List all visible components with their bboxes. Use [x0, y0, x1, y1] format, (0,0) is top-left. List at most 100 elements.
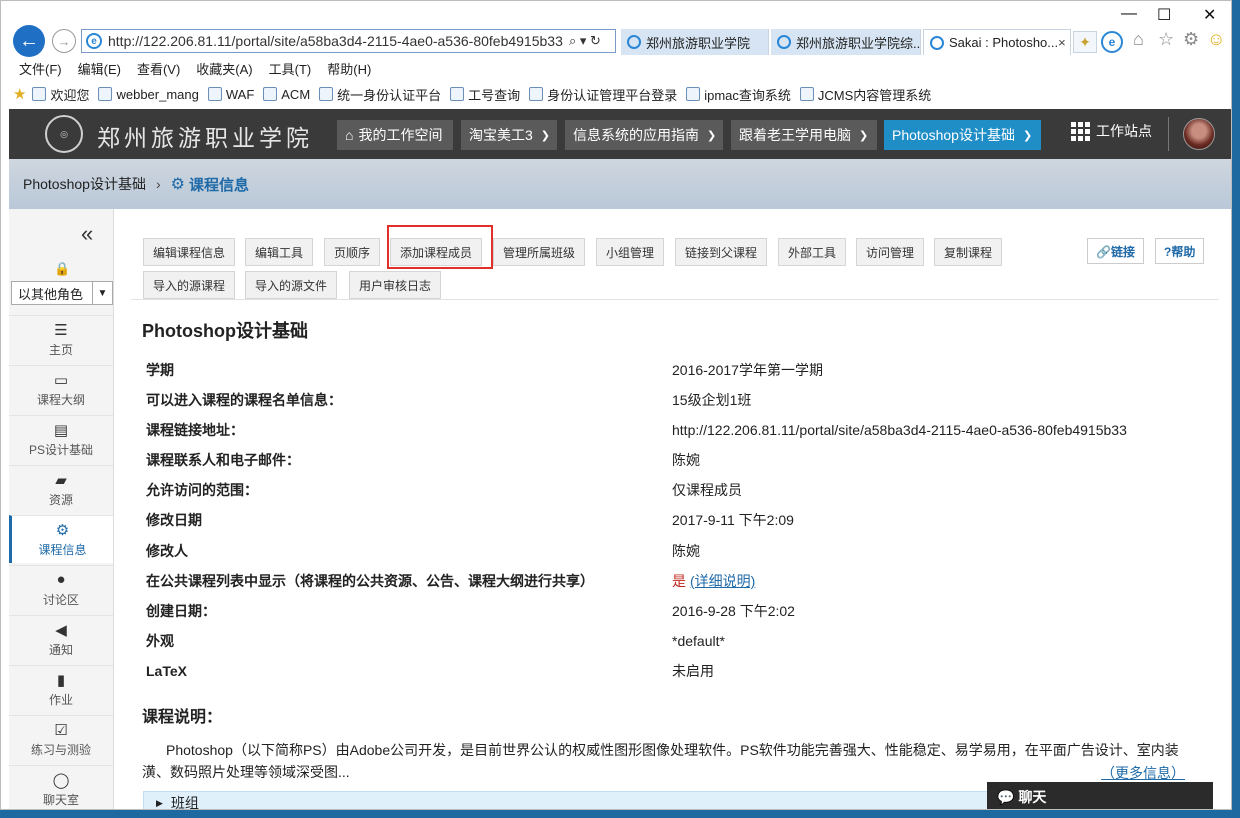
favorite-link[interactable]: 身份认证管理平台登录 — [529, 85, 677, 104]
avatar[interactable] — [1183, 118, 1215, 150]
page-title: Photoshop设计基础 — [142, 321, 308, 341]
nav-site-computer[interactable]: 跟着老王学用电脑 ❯ — [731, 120, 877, 150]
menu-edit[interactable]: 编辑(E) — [78, 59, 121, 78]
sidebar-item-tests[interactable]: ☑ 练习与测验 — [9, 715, 113, 763]
info-row-public-list: 在公共课程列表中显示（将课程的公共资源、公告、课程大纲进行共享）是 (详细说明) — [146, 571, 756, 591]
tool-group-manage[interactable]: 小组管理 — [596, 238, 665, 266]
favorite-link[interactable]: webber_mang — [98, 87, 199, 102]
school-logo[interactable]: ◎ — [45, 115, 83, 153]
favorite-link[interactable]: 欢迎您 — [32, 85, 89, 104]
tool-external-tools[interactable]: 外部工具 — [778, 238, 847, 266]
favorite-link[interactable]: ACM — [263, 87, 310, 102]
menu-help[interactable]: 帮助(H) — [327, 59, 371, 78]
menu-favorites[interactable]: 收藏夹(A) — [196, 59, 252, 78]
new-tab-icon: ✦ — [1079, 33, 1091, 50]
favorite-link[interactable]: JCMS内容管理系统 — [799, 85, 931, 104]
link-button[interactable]: 🔗链接 — [1087, 238, 1144, 264]
maximize-button[interactable]: ☐ — [1157, 5, 1171, 25]
site-name[interactable]: 郑州旅游职业学院 — [97, 119, 313, 153]
tool-page-order[interactable]: 页顺序 — [324, 238, 381, 266]
favorite-link[interactable]: 工号查询 — [450, 85, 520, 104]
favorite-link[interactable]: ipmac查询系统 — [686, 85, 791, 104]
tool-access-manage[interactable]: 访问管理 — [856, 238, 925, 266]
url-text[interactable]: http://122.206.81.11/portal/site/a58ba3d… — [108, 33, 563, 49]
sidebar-item-announcements[interactable]: ◀ 通知 — [9, 615, 113, 663]
browser-tab-2[interactable]: 郑州旅游职业学院综... — [771, 29, 921, 55]
favorite-link[interactable]: 统一身份认证平台 — [319, 85, 441, 104]
tool-copy-course[interactable]: 复制课程 — [934, 238, 1003, 266]
caret-right-icon: ▶ — [156, 797, 163, 808]
role-select[interactable]: 以其他角色 ▼ — [11, 281, 113, 305]
nav-site-taobao[interactable]: 淘宝美工3 ❯ — [461, 120, 557, 150]
breadcrumb-course[interactable]: Photoshop设计基础 — [23, 174, 146, 194]
smiley-feedback-icon[interactable]: ☺ — [1207, 29, 1225, 50]
breadcrumb-current: 课程信息 — [188, 176, 249, 194]
caret-down-icon: ▼ — [92, 282, 112, 304]
tool-import-course[interactable]: 导入的源课程 — [143, 271, 236, 299]
back-button[interactable]: ← — [13, 25, 45, 57]
tool-manage-classes[interactable]: 管理所属班级 — [493, 238, 586, 266]
more-info-link[interactable]: （更多信息） — [1101, 763, 1185, 783]
nav-site-photoshop[interactable]: Photoshop设计基础 ❯ — [884, 120, 1041, 150]
sidebar-item-assignments[interactable]: ▮ 作业 — [9, 665, 113, 713]
details-link[interactable]: (详细说明) — [690, 571, 755, 591]
menu-file[interactable]: 文件(F) — [19, 59, 62, 78]
sidebar-item-ps-basics[interactable]: ▤ PS设计基础 — [9, 415, 113, 463]
main-content: 编辑课程信息 编辑工具 页顺序 添加课程成员 管理所属班级 小组管理 链接到父课… — [115, 209, 1231, 809]
browser-tab-1[interactable]: 郑州旅游职业学院 — [621, 29, 769, 55]
chevron-down-icon: ❯ — [707, 129, 717, 142]
favorites-star-icon[interactable]: ☆ — [1158, 29, 1174, 50]
menu-tools[interactable]: 工具(T) — [269, 59, 312, 78]
sidebar-item-resources[interactable]: ▰ 资源 — [9, 465, 113, 513]
menu-view[interactable]: 查看(V) — [137, 59, 180, 78]
chevron-down-icon: ❯ — [540, 129, 551, 142]
chevron-down-icon: ❯ — [1022, 129, 1033, 142]
sidebar-item-home[interactable]: ☰ 主页 — [9, 315, 113, 363]
close-tab-icon[interactable]: × — [1058, 35, 1066, 50]
home-icon: ⌂ — [345, 127, 354, 143]
sidebar-item-syllabus[interactable]: ▭ 课程大纲 — [9, 365, 113, 413]
page-icon — [263, 87, 278, 101]
ie-logo-icon[interactable]: e — [1101, 31, 1123, 53]
settings-gear-icon[interactable]: ⚙ — [1183, 29, 1199, 50]
favorites-star-icon[interactable]: ★ — [13, 85, 26, 103]
tool-link-parent[interactable]: 链接到父课程 — [675, 238, 768, 266]
sidebar-item-course-info[interactable]: ⚙ 课程信息 — [9, 515, 113, 563]
tool-edit-tools[interactable]: 编辑工具 — [245, 238, 314, 266]
chat-bar[interactable]: 💬 聊天 — [987, 782, 1213, 809]
address-row: — ☐ ✕ ← → e http://122.206.81.11/portal/… — [1, 1, 1231, 57]
nav-my-workspace[interactable]: ⌂ 我的工作空间 — [337, 120, 453, 150]
nav-site-infosys[interactable]: 信息系统的应用指南 ❯ — [565, 120, 723, 150]
info-row-latex: LaTeX 未启用 — [146, 663, 714, 679]
home-icon[interactable]: ⌂ — [1133, 29, 1144, 50]
tool-edit-course-info[interactable]: 编辑课程信息 — [143, 238, 236, 266]
bullhorn-icon: ◀ — [55, 622, 67, 639]
collapse-sidebar-icon[interactable]: « — [81, 221, 93, 247]
help-button[interactable]: ?帮助 — [1155, 238, 1205, 264]
page-icon — [450, 87, 465, 101]
address-controls[interactable]: ⌕ ▾ ↻ — [569, 33, 601, 49]
ie-tab-icon — [627, 35, 641, 49]
file-icon: ▮ — [56, 672, 66, 689]
group-section-toggle[interactable]: ▶ 班组 — [143, 791, 1003, 809]
gear-icon: ⚙ — [55, 522, 70, 539]
tab-label: Sakai : Photosho... — [949, 35, 1059, 50]
tab-label: 郑州旅游职业学院综... — [796, 35, 921, 51]
chat-icon: ◯ — [52, 772, 70, 789]
minimize-button[interactable]: — — [1121, 5, 1137, 23]
ie-tab-icon — [930, 35, 944, 50]
new-tab-button[interactable]: ✦ — [1073, 31, 1097, 53]
favorite-link[interactable]: WAF — [207, 87, 254, 102]
address-bar[interactable]: e http://122.206.81.11/portal/site/a58ba… — [81, 29, 616, 53]
browser-tab-3[interactable]: Sakai : Photosho... × — [923, 29, 1071, 55]
sidebar-item-chatroom[interactable]: ◯ 聊天室 — [9, 765, 113, 809]
workstation-button[interactable]: 工作站点 — [1071, 121, 1152, 141]
description-title: 课程说明： — [142, 709, 223, 726]
forward-button[interactable]: → — [52, 29, 76, 53]
list-icon: ☰ — [54, 322, 68, 339]
sidebar-item-forums[interactable]: ● 讨论区 — [9, 565, 113, 613]
tool-import-file[interactable]: 导入的源文件 — [245, 271, 338, 299]
check-icon: ☑ — [54, 722, 68, 739]
tool-audit-log[interactable]: 用户审核日志 — [349, 271, 442, 299]
close-window-button[interactable]: ✕ — [1203, 5, 1216, 25]
